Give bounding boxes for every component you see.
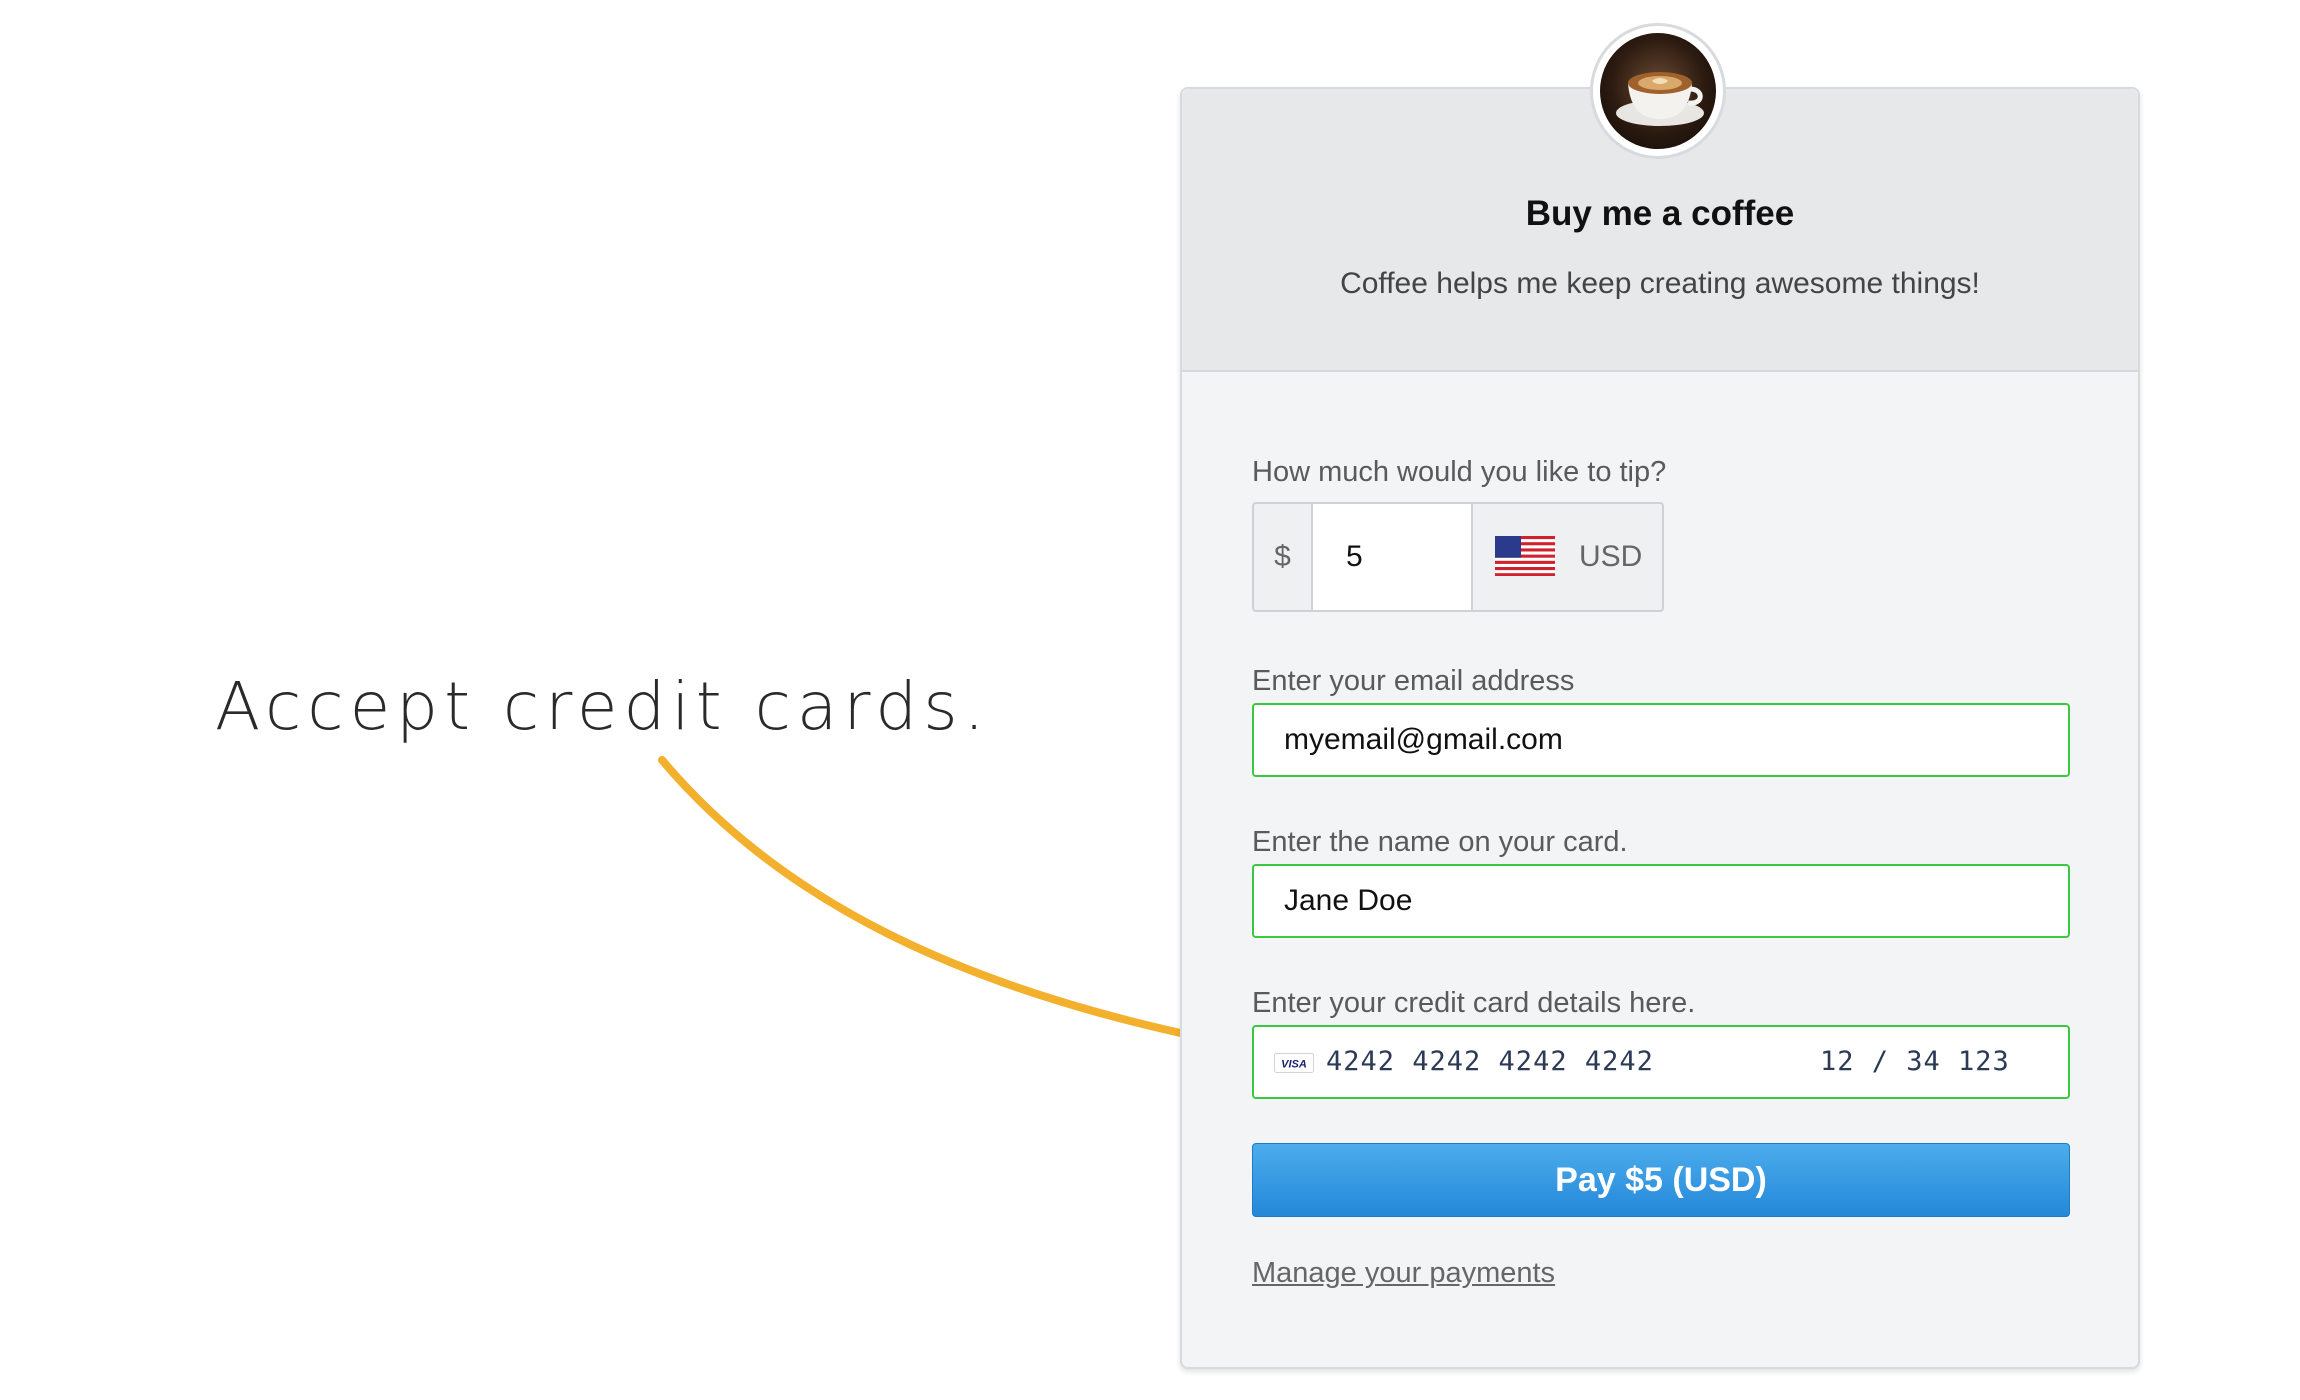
tip-label: How much would you like to tip? <box>1252 456 1667 488</box>
card-header: Buy me a coffee Coffee helps me keep cre… <box>1182 23 2138 372</box>
svg-text:VISA: VISA <box>1281 1059 1307 1071</box>
visa-icon: VISA <box>1274 1053 1314 1073</box>
credit-card-field[interactable]: VISA 4242 4242 4242 4242 12 / 34 123 <box>1252 1025 2070 1099</box>
email-field[interactable]: myemail@gmail.com <box>1252 703 2070 777</box>
tip-amount-group: $ 5 USD <box>1252 502 1664 612</box>
card-number: 4242 4242 4242 4242 <box>1326 1046 1654 1077</box>
tip-amount-input[interactable]: 5 <box>1311 504 1473 610</box>
card-name-label: Enter the name on your card. <box>1252 826 1628 858</box>
currency-selector[interactable]: USD <box>1473 504 1662 610</box>
manage-payments-link[interactable]: Manage your payments <box>1252 1257 1555 1290</box>
email-label: Enter your email address <box>1252 665 1575 697</box>
pay-button[interactable]: Pay $5 (USD) <box>1252 1143 2070 1217</box>
card-details-label: Enter your credit card details here. <box>1252 987 1696 1019</box>
page-title: Buy me a coffee <box>1525 194 1795 233</box>
avatar <box>1590 23 1726 159</box>
currency-code: USD <box>1579 540 1643 573</box>
card-name-field[interactable]: Jane Doe <box>1252 864 2070 938</box>
coffee-cup-icon <box>1600 33 1716 149</box>
us-flag-icon <box>1495 536 1555 576</box>
page-subtitle: Coffee helps me keep creating awesome th… <box>1340 267 1980 300</box>
card-expiry-cvc: 12 / 34 123 <box>1820 1046 2010 1077</box>
currency-symbol: $ <box>1274 540 1291 573</box>
payment-card: Buy me a coffee Coffee helps me keep cre… <box>1180 23 2140 1369</box>
